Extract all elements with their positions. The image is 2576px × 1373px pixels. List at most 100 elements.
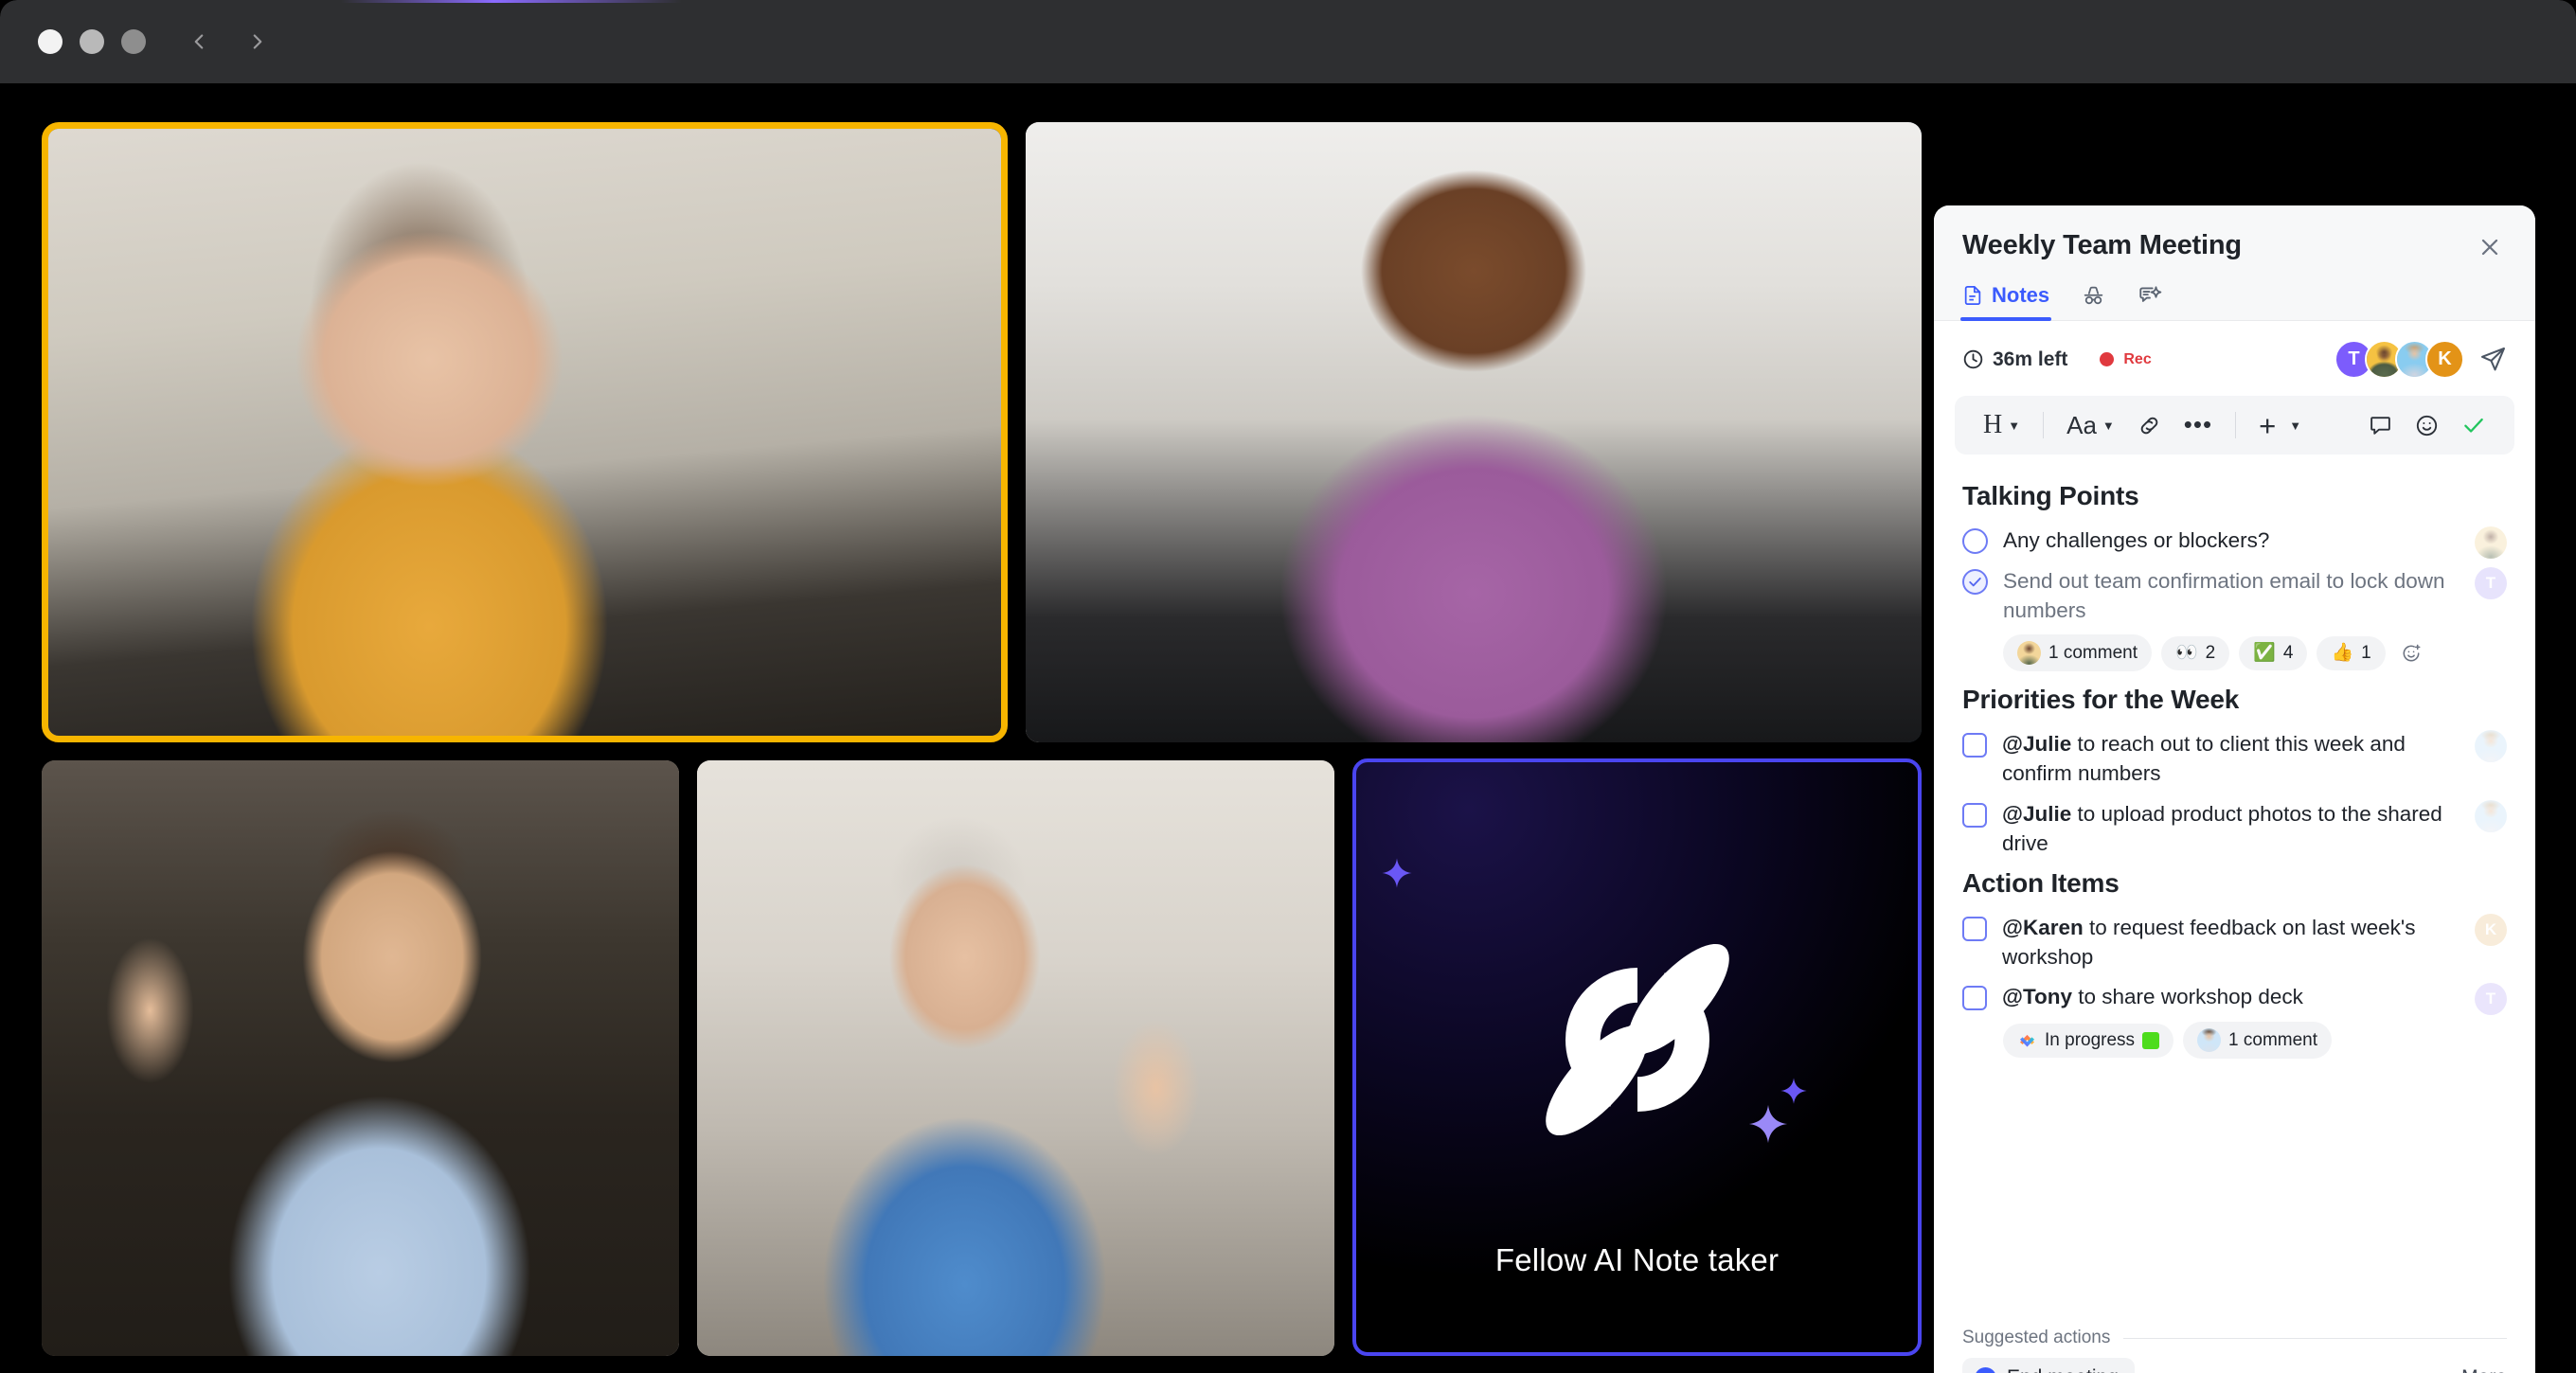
list-item[interactable]: @Karen to request feedback on last week'… <box>1962 912 2507 972</box>
comment-chip[interactable]: 1 comment <box>2183 1022 2333 1060</box>
suggested-actions-label: Suggested actions <box>1962 1328 2111 1347</box>
avatar-initial: T <box>2485 990 2496 1008</box>
list-item[interactable]: @Julie to reach out to client this week … <box>1962 728 2507 789</box>
assignee-avatar[interactable] <box>2475 730 2507 763</box>
reaction-chip[interactable]: 👀 2 <box>2160 635 2230 670</box>
thumbsup-emoji-icon: 👍 <box>2331 643 2354 664</box>
section-title: Action Items <box>1962 867 2120 898</box>
checkbox-square[interactable] <box>1962 733 1987 758</box>
link-icon[interactable] <box>2128 414 2171 437</box>
editor-toolbar: H ▼ Aa ▼ ••• + ▼ <box>1955 396 2514 455</box>
list-item[interactable]: @Julie to upload product photos to the s… <box>1962 798 2507 859</box>
toolbar-divider <box>2043 412 2045 438</box>
video-tile-participant-2[interactable] <box>1026 122 1922 742</box>
participant-2-video <box>1026 122 1922 742</box>
video-tile-participant-3[interactable] <box>42 760 679 1356</box>
assignee-avatar[interactable]: T <box>2475 983 2507 1016</box>
meeting-stage: Fellow AI Note taker Weekly Team Meeting <box>0 83 2576 1373</box>
tab-notes-label: Notes <box>1992 283 2050 307</box>
section-title: Talking Points <box>1962 481 2139 510</box>
mention[interactable]: @Tony <box>2002 985 2072 1008</box>
mention[interactable]: @Julie <box>2002 802 2071 826</box>
record-dot-icon <box>2100 352 2115 366</box>
list-item[interactable]: Send out team confirmation email to lock… <box>1962 565 2507 626</box>
end-meeting-label: End meeting <box>2007 1366 2119 1373</box>
end-meeting-button[interactable]: End meeting <box>1962 1358 2135 1373</box>
app-window: Fellow AI Note taker Weekly Team Meeting <box>0 0 2576 1373</box>
comment-chip-label: 1 comment <box>2228 1029 2318 1050</box>
avatar[interactable]: K <box>2425 340 2464 379</box>
more-label: More <box>2461 1366 2507 1373</box>
list-item[interactable]: Any challenges or blockers? <box>1962 525 2507 559</box>
insert-button[interactable]: + ▼ <box>2249 411 2311 440</box>
forward-arrow-icon[interactable] <box>235 19 280 64</box>
suggested-actions: Suggested actions End meeting ••• More <box>1934 1328 2535 1373</box>
assignee-avatar[interactable] <box>2475 800 2507 833</box>
add-emoji-icon <box>2401 643 2422 664</box>
assignee-avatar[interactable]: K <box>2475 913 2507 946</box>
heading-style-button[interactable]: H ▼ <box>1974 410 2030 440</box>
participant-4-video <box>697 760 1334 1356</box>
fellow-logo-icon <box>1545 943 1729 1135</box>
time-left: 36m left <box>1962 348 2067 371</box>
notes-body[interactable]: Talking Points Any challenges or blocker… <box>1934 455 2535 1328</box>
panel-header: Weekly Team Meeting Notes <box>1934 205 2535 321</box>
tab-incognito[interactable] <box>2082 284 2105 320</box>
list-item-text: Send out team confirmation email to lock… <box>2003 568 2445 622</box>
plus-label: + <box>2259 408 2277 442</box>
more-button[interactable]: ••• More <box>2423 1365 2507 1373</box>
comment-icon[interactable] <box>2359 414 2402 437</box>
panel-tabs: Notes <box>1959 283 2507 321</box>
ellipsis-icon[interactable]: ••• <box>2174 413 2222 437</box>
back-arrow-icon[interactable] <box>176 19 222 64</box>
tab-ai-chat[interactable] <box>2138 283 2162 320</box>
list-item-text: @Karen to request feedback on last week'… <box>2002 912 2452 972</box>
close-window-button[interactable] <box>38 29 63 54</box>
checkbox-circle-checked[interactable] <box>1962 568 1988 595</box>
chevron-down-icon: ▼ <box>2289 418 2302 433</box>
maximize-window-button[interactable] <box>121 29 146 54</box>
emoji-icon[interactable] <box>2406 414 2448 437</box>
add-reaction-button[interactable] <box>2395 636 2427 670</box>
list-item-text: @Tony to share workshop deck <box>2002 981 2303 1012</box>
recording-indicator[interactable]: Rec <box>2100 351 2152 368</box>
list-item-text: Any challenges or blockers? <box>2003 528 2270 552</box>
minimize-window-button[interactable] <box>80 29 104 54</box>
list-item-text: @Julie to reach out to client this week … <box>2002 728 2452 789</box>
accent-line <box>341 0 682 3</box>
commenter-avatar <box>2197 1028 2222 1053</box>
assignee-avatar[interactable]: T <box>2475 566 2507 599</box>
reaction-count: 4 <box>2282 642 2294 663</box>
font-style-button[interactable]: Aa ▼ <box>2057 411 2124 440</box>
list-item[interactable]: @Tony to share workshop deck T <box>1962 981 2507 1016</box>
eyes-emoji-icon: 👀 <box>2174 643 2198 664</box>
tab-notes[interactable]: Notes <box>1959 283 2052 321</box>
send-icon[interactable] <box>2479 346 2507 373</box>
close-icon[interactable] <box>2473 230 2507 264</box>
commenter-avatar <box>2017 641 2041 666</box>
video-tile-participant-1[interactable] <box>42 122 1008 742</box>
checkbox-square[interactable] <box>1962 986 1987 1011</box>
comment-chip[interactable]: 1 comment <box>2003 634 2152 672</box>
video-tile-participant-4[interactable] <box>697 760 1334 1356</box>
mention[interactable]: @Julie <box>2002 732 2071 756</box>
mention[interactable]: @Karen <box>2002 916 2084 939</box>
avatar-initial: T <box>2485 573 2496 592</box>
reaction-chip[interactable]: 👍 1 <box>2317 635 2386 670</box>
video-tile-ai-notetaker[interactable]: Fellow AI Note taker <box>1352 758 1922 1356</box>
reaction-chips: 1 comment 👀 2 ✅ 4 👍 1 <box>2003 634 2507 672</box>
ai-chat-icon <box>2138 283 2162 308</box>
checkbox-square[interactable] <box>1962 803 1987 829</box>
status-label: In progress <box>2045 1029 2136 1050</box>
participant-avatars[interactable]: T K <box>2334 340 2464 379</box>
assignee-avatar[interactable] <box>2475 526 2507 559</box>
check-icon[interactable] <box>2452 413 2496 437</box>
clickup-icon <box>2017 1030 2037 1050</box>
checkbox-square[interactable] <box>1962 916 1987 941</box>
avatar-initial: K <box>2438 348 2452 369</box>
reaction-chip[interactable]: ✅ 4 <box>2239 635 2308 670</box>
avatar-initial: K <box>2484 919 2497 938</box>
chevron-down-icon: ▼ <box>2008 418 2021 433</box>
checkbox-circle[interactable] <box>1962 528 1988 554</box>
status-chip[interactable]: In progress <box>2003 1023 2174 1058</box>
